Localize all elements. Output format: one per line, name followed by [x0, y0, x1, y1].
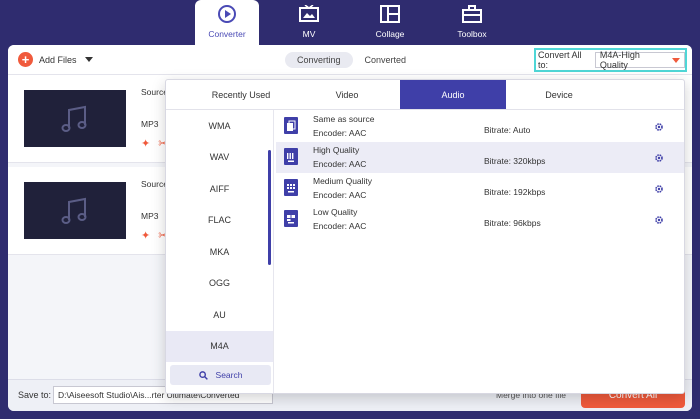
format-dropdown: Recently Used Video Audio Device WMA WAV…: [165, 79, 685, 394]
add-files-button[interactable]: + Add Files: [18, 52, 93, 67]
search-icon: [198, 370, 208, 380]
top-nav: Converter MV Collage Toolbox: [0, 0, 700, 45]
tab-label: MV: [302, 29, 316, 39]
search-label: Search: [215, 370, 243, 380]
plus-icon: +: [18, 52, 33, 67]
converting-tab[interactable]: Converting: [285, 52, 353, 68]
tab-audio[interactable]: Audio: [400, 80, 506, 110]
chevron-down-icon[interactable]: [84, 57, 93, 62]
music-note-icon: [61, 197, 87, 224]
save-to-label: Save to:: [18, 390, 52, 400]
file-actions: ✦ ✂: [141, 229, 167, 242]
tab-label: Converter: [208, 29, 246, 39]
file-copy-icon: [284, 117, 298, 134]
file-thumbnail: [24, 90, 126, 147]
tab-recently-used[interactable]: Recently Used: [188, 80, 294, 110]
convert-all-select[interactable]: M4A-High Quality: [594, 50, 685, 70]
magic-wand-icon[interactable]: ✦: [141, 229, 150, 242]
tab-label: Toolbox: [457, 29, 487, 39]
gear-icon: [655, 123, 663, 131]
convert-all-label: Convert All to:: [538, 50, 582, 70]
format-tabs: Recently Used Video Audio Device: [166, 80, 684, 110]
chevron-down-icon: [672, 57, 680, 63]
music-note-icon: [61, 105, 87, 132]
format-item-aiff[interactable]: AIFF: [166, 173, 273, 205]
preset-bitrate: Bitrate: 96kbps: [484, 218, 541, 228]
collage-icon: [380, 4, 400, 24]
mv-icon: [299, 4, 319, 24]
gear-icon: [655, 185, 663, 193]
preset-encoder: Encoder: AAC: [313, 128, 367, 138]
preset-name: Low Quality: [313, 207, 358, 217]
format-item-au[interactable]: AU: [166, 299, 273, 331]
gear-icon: [655, 154, 663, 162]
toolbox-icon: [462, 4, 482, 24]
preset-same-as-source[interactable]: Same as source Encoder: AAC Bitrate: Aut…: [276, 111, 684, 142]
tab-video[interactable]: Video: [294, 80, 400, 110]
file-source: Source: [141, 179, 168, 189]
format-item-flac[interactable]: FLAC: [166, 205, 273, 237]
quality-medium-icon: [284, 179, 298, 196]
format-list: WMA WAV AIFF FLAC MKA OGG AU M4A Search: [166, 110, 274, 393]
preset-medium-quality[interactable]: Medium Quality Encoder: AAC Bitrate: 192…: [276, 173, 684, 204]
toolbar: + Add Files Converting Converted Convert…: [8, 45, 692, 75]
tab-label: Collage: [375, 29, 405, 39]
file-source: Source: [141, 87, 168, 97]
preset-bitrate: Bitrate: Auto: [484, 125, 531, 135]
tab-collage[interactable]: Collage: [358, 0, 422, 45]
convert-all-to: Convert All to: M4A-High Quality: [534, 48, 687, 72]
preset-encoder: Encoder: AAC: [313, 159, 367, 169]
file-actions: ✦ ✂: [141, 137, 167, 150]
quality-high-icon: [284, 148, 298, 165]
tab-device[interactable]: Device: [506, 80, 612, 110]
convert-all-value: M4A-High Quality: [599, 50, 640, 70]
converted-tab[interactable]: Converted: [353, 52, 419, 68]
preset-bitrate: Bitrate: 320kbps: [484, 156, 546, 166]
gear-icon: [655, 216, 663, 224]
preset-name: High Quality: [313, 145, 360, 155]
format-item-ogg[interactable]: OGG: [166, 268, 273, 300]
search-button[interactable]: Search: [170, 365, 271, 385]
tab-converter[interactable]: Converter: [195, 0, 259, 45]
magic-wand-icon[interactable]: ✦: [141, 137, 150, 150]
file-format: MP3: [141, 211, 159, 221]
tab-toolbox[interactable]: Toolbox: [440, 0, 504, 45]
preset-name: Same as source: [313, 114, 375, 124]
tab-mv[interactable]: MV: [277, 0, 341, 45]
format-item-m4a[interactable]: M4A: [166, 330, 273, 362]
status-toggle: Converting Converted: [285, 52, 418, 68]
preset-bitrate: Bitrate: 192kbps: [484, 187, 546, 197]
format-item-wma[interactable]: WMA: [166, 110, 273, 142]
add-files-label: Add Files: [39, 54, 77, 65]
file-format: MP3: [141, 119, 159, 129]
preset-low-quality[interactable]: Low Quality Encoder: AAC Bitrate: 96kbps: [276, 204, 684, 235]
format-item-mka[interactable]: MKA: [166, 236, 273, 268]
quality-low-icon: [284, 210, 298, 227]
converter-icon: [217, 4, 237, 24]
preset-name: Medium Quality: [313, 176, 373, 186]
file-thumbnail: [24, 182, 126, 239]
preset-encoder: Encoder: AAC: [313, 221, 367, 231]
scrollbar[interactable]: [268, 150, 271, 265]
format-item-wav[interactable]: WAV: [166, 142, 273, 174]
preset-encoder: Encoder: AAC: [313, 190, 367, 200]
preset-high-quality[interactable]: High Quality Encoder: AAC Bitrate: 320kb…: [276, 142, 684, 173]
